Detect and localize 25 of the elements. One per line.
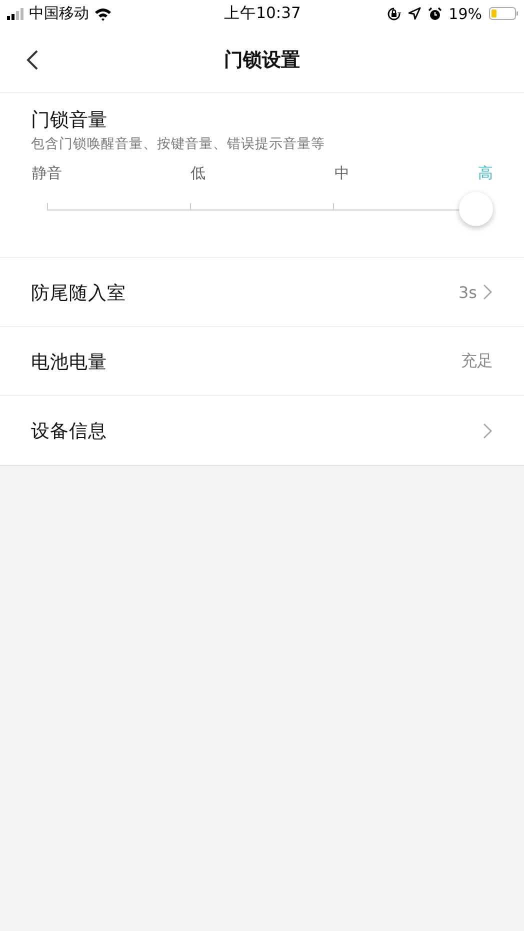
setting-row[interactable]: 电池电量 充足 — [0, 327, 524, 396]
slider-thumb[interactable] — [459, 192, 493, 226]
wifi-icon — [94, 6, 112, 20]
volume-option[interactable]: 静音 — [32, 164, 62, 183]
setting-row[interactable]: 设备信息 — [0, 396, 524, 465]
carrier-name: 中国移动 — [29, 4, 89, 23]
page-title: 门锁设置 — [224, 48, 300, 72]
volume-option[interactable]: 低 — [190, 164, 206, 183]
setting-value: 充足 — [461, 350, 493, 372]
signal-icon — [7, 8, 24, 20]
section-title: 门锁音量 — [31, 108, 107, 133]
setting-label: 设备信息 — [31, 420, 108, 443]
volume-option[interactable]: 中 — [334, 164, 350, 183]
setting-value: 3s — [458, 282, 477, 302]
alarm-icon — [428, 6, 442, 20]
setting-row[interactable]: 防尾随入室 3s — [0, 258, 524, 327]
rotation-lock-icon — [386, 6, 401, 20]
clock-time: 上午10:37 — [224, 3, 301, 24]
section-description: 包含门锁唤醒音量、按键音量、错误提示音量等 — [31, 135, 325, 154]
setting-label: 电池电量 — [31, 350, 108, 374]
location-arrow-icon — [408, 7, 421, 20]
battery-percent: 19% — [448, 4, 482, 22]
setting-label: 防尾随入室 — [31, 282, 127, 304]
back-icon — [26, 50, 38, 70]
battery-icon — [489, 7, 518, 20]
